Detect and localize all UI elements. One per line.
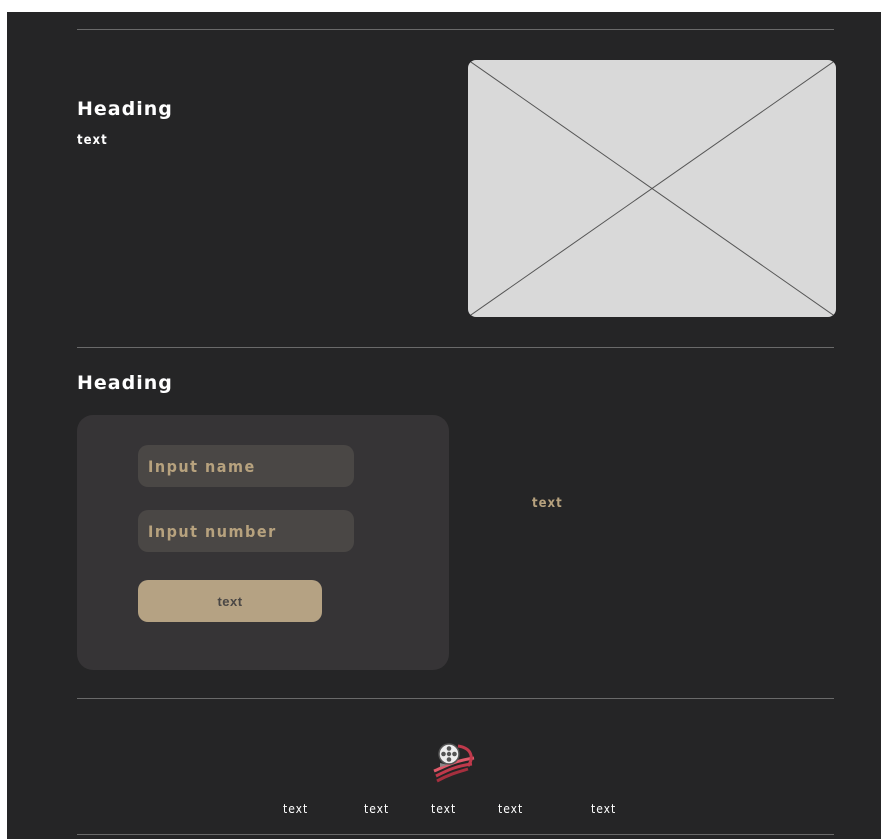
bottom-divider (77, 834, 834, 835)
image-placeholder-icon (468, 60, 836, 317)
footer-link-5[interactable]: text (591, 802, 616, 816)
contact-heading: Heading (77, 372, 173, 394)
hero-text: text (77, 133, 108, 148)
number-input[interactable]: Input number (138, 510, 354, 552)
film-reel-logo-icon[interactable] (428, 736, 478, 786)
name-input[interactable]: Input name (138, 445, 354, 487)
top-divider (77, 29, 834, 30)
footer-link-1[interactable]: text (283, 802, 308, 816)
submit-button[interactable]: text (138, 580, 322, 622)
footer-link-4[interactable]: text (498, 802, 523, 816)
hero-image-placeholder (468, 60, 836, 317)
hero-heading: Heading (77, 98, 173, 120)
footer-divider (77, 698, 834, 699)
contact-side-text: text (532, 496, 563, 511)
page: Heading text Heading Input name Input nu… (7, 12, 881, 839)
footer-link-3[interactable]: text (431, 802, 456, 816)
footer-link-2[interactable]: text (364, 802, 389, 816)
middle-divider (77, 347, 834, 348)
contact-form-card: Input name Input number text (77, 415, 449, 670)
